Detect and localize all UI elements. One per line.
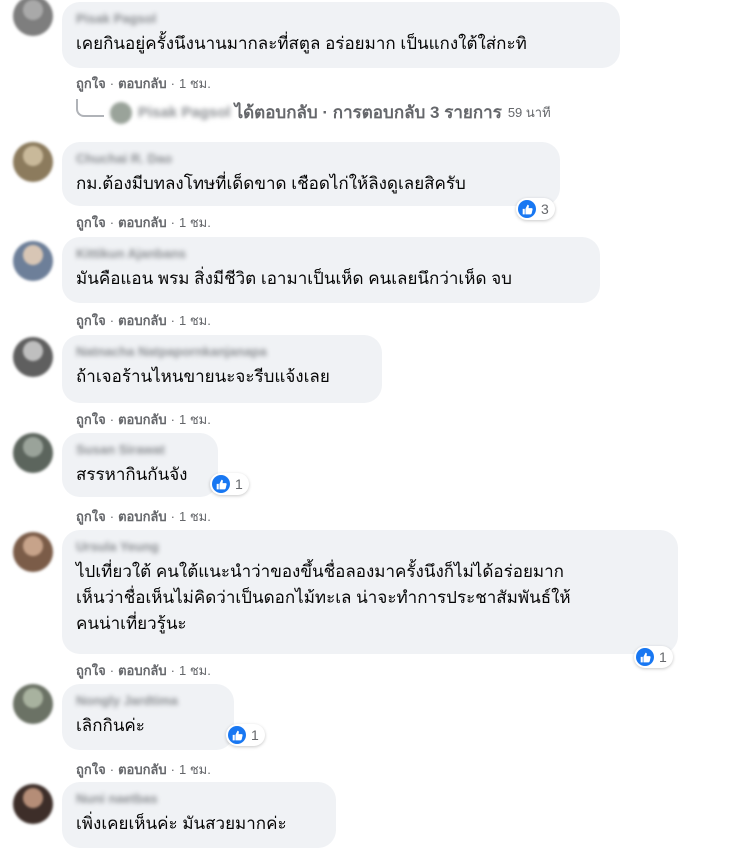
comment-actions: ถูกใจ · ตอบกลับ · 1 ชม. [76, 509, 211, 524]
reaction-number: 1 [235, 476, 243, 492]
avatar[interactable] [13, 241, 53, 281]
reply-button[interactable]: ตอบกลับ [118, 762, 167, 777]
comment-bubble: Susan Sirawat สรรหากินกันจัง [62, 433, 218, 497]
comment-time[interactable]: 1 ชม. [179, 663, 211, 678]
avatar[interactable] [13, 0, 53, 36]
reply-time: 59 นาที [507, 105, 551, 120]
reaction-count[interactable]: 1 [210, 473, 249, 495]
comment-bubble: Nuni naetbas เพิ่งเคยเห็นค่ะ มันสวยมากค่… [62, 782, 336, 848]
view-replies[interactable]: Pisak Pagsol ได้ตอบกลับ · การตอบกลับ 3 ร… [76, 98, 551, 126]
comment-text: เพิ่งเคยเห็นค่ะ มันสวยมากค่ะ [76, 814, 287, 833]
reply-button[interactable]: ตอบกลับ [118, 412, 167, 427]
reply-button[interactable]: ตอบกลับ [118, 76, 167, 91]
like-button[interactable]: ถูกใจ [76, 762, 106, 777]
comment-author[interactable]: Nuni naetbas [76, 790, 322, 807]
like-button[interactable]: ถูกใจ [76, 509, 106, 524]
like-button[interactable]: ถูกใจ [76, 412, 106, 427]
avatar[interactable] [13, 433, 53, 473]
comment-author[interactable]: Kittikun Ajanbans [76, 245, 586, 262]
comment-text: สรรหากินกันจัง [76, 465, 188, 484]
comment-actions: ถูกใจ · ตอบกลับ · 1 ชม. [76, 76, 211, 91]
comment-time[interactable]: 1 ชม. [179, 76, 211, 91]
reaction-count[interactable]: 1 [634, 646, 673, 668]
reaction-count[interactable]: 1 [226, 724, 265, 746]
thumbs-up-icon [228, 726, 246, 744]
avatar[interactable] [13, 337, 53, 377]
avatar[interactable] [13, 684, 53, 724]
thumbs-up-icon [212, 475, 230, 493]
comment-text-line-2: เห็นว่าชื่อเห็นไม่คิดว่าเป็นดอกไม้ทะเล น… [76, 588, 571, 607]
comment-bubble: Natnacha Natpapornkanjanapa ถ้าเจอร้านไห… [62, 335, 382, 403]
comment-author[interactable]: Natnacha Natpapornkanjanapa [76, 343, 368, 360]
comment-author[interactable]: Nongly Jardtima [76, 692, 220, 709]
comment-bubble: Ursula Yeung ไปเที่ยวใต้ คนใต้แนะนำว่าขอ… [62, 530, 678, 654]
thumbs-up-icon [636, 648, 654, 666]
avatar[interactable] [13, 784, 53, 824]
comment-text: เคยกินอยู่ครั้งนึงนานมากละที่สตูล อร่อยม… [76, 34, 527, 53]
reaction-count[interactable]: 3 [516, 198, 555, 220]
like-button[interactable]: ถูกใจ [76, 215, 106, 230]
reply-button[interactable]: ตอบกลับ [118, 313, 167, 328]
comment-text: เลิกกินค่ะ [76, 716, 145, 735]
comment-author[interactable]: Susan Sirawat [76, 441, 204, 458]
comment-bubble: Kittikun Ajanbans มันคือแอน พรม สิ่งมีชี… [62, 237, 600, 303]
reaction-number: 1 [659, 649, 667, 665]
comment-text-line-3: คนน่าเที่ยวรู้นะ [76, 614, 187, 633]
thumbs-up-icon [518, 200, 536, 218]
reply-author: Pisak Pagsol [138, 104, 231, 121]
reply-button[interactable]: ตอบกลับ [118, 215, 167, 230]
comment-text-line-1: ไปเที่ยวใต้ คนใต้แนะนำว่าของขึ้นชื่อลองม… [76, 562, 564, 581]
comment-author[interactable]: Pisak Pagsol [76, 10, 606, 27]
comment-time[interactable]: 1 ชม. [179, 313, 211, 328]
comment-bubble: Pisak Pagsol เคยกินอยู่ครั้งนึงนานมากละท… [62, 2, 620, 68]
reply-thread-line [76, 98, 104, 117]
comment-time[interactable]: 1 ชม. [179, 412, 211, 427]
avatar[interactable] [13, 532, 53, 572]
comment-time[interactable]: 1 ชม. [179, 762, 211, 777]
replies-count[interactable]: ได้ตอบกลับ · การตอบกลับ 3 รายการ [235, 99, 502, 126]
comment-author[interactable]: Chuchai R. Dao [76, 150, 546, 167]
comment-text: มันคือแอน พรม สิ่งมีชีวิต เอามาเป็นเห็ด … [76, 269, 512, 288]
comment-actions: ถูกใจ · ตอบกลับ · 1 ชม. [76, 313, 211, 328]
like-button[interactable]: ถูกใจ [76, 76, 106, 91]
comment-time[interactable]: 1 ชม. [179, 215, 211, 230]
reaction-number: 3 [541, 201, 549, 217]
comment-bubble: Nongly Jardtima เลิกกินค่ะ [62, 684, 234, 750]
comment-bubble: Chuchai R. Dao กม.ต้องมีบทลงโทษที่เด็ดขา… [62, 142, 560, 206]
comment-time[interactable]: 1 ชม. [179, 509, 211, 524]
avatar[interactable] [13, 142, 53, 182]
reply-button[interactable]: ตอบกลับ [118, 509, 167, 524]
comment-author[interactable]: Ursula Yeung [76, 538, 664, 555]
comment-actions: ถูกใจ · ตอบกลับ · 1 ชม. [76, 663, 211, 678]
comment-actions: ถูกใจ · ตอบกลับ · 1 ชม. [76, 762, 211, 777]
reply-avatar [110, 101, 132, 124]
comment-actions: ถูกใจ · ตอบกลับ · 1 ชม. [76, 215, 211, 230]
comment-text: ถ้าเจอร้านไหนขายนะจะรีบแจ้งเลย [76, 367, 330, 386]
reply-button[interactable]: ตอบกลับ [118, 663, 167, 678]
like-button[interactable]: ถูกใจ [76, 663, 106, 678]
comment-actions: ถูกใจ · ตอบกลับ · 1 ชม. [76, 412, 211, 427]
reaction-number: 1 [251, 727, 259, 743]
comment-text: กม.ต้องมีบทลงโทษที่เด็ดขาด เชือดไก่ให้ลิ… [76, 174, 466, 193]
like-button[interactable]: ถูกใจ [76, 313, 106, 328]
